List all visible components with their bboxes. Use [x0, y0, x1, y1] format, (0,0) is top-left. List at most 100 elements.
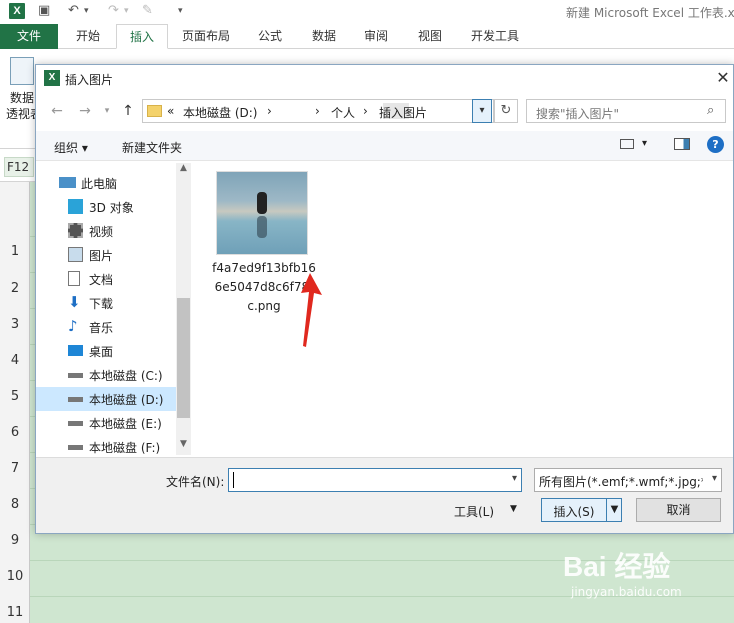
- undo-dropdown-icon[interactable]: ▾: [84, 3, 89, 19]
- row-number[interactable]: 7: [0, 461, 30, 476]
- cancel-button[interactable]: 取消: [636, 498, 721, 522]
- row-number[interactable]: 3: [0, 317, 30, 332]
- nav-item-label: 桌面: [89, 345, 114, 359]
- search-icon[interactable]: ⌕: [707, 103, 714, 118]
- file-list[interactable]: f4a7ed9f13bfb166e5047d8c6f78fc.png: [192, 163, 733, 455]
- search-placeholder: 搜索"插入图片": [536, 107, 620, 121]
- row-number[interactable]: 6: [0, 425, 30, 440]
- preview-pane-icon[interactable]: [674, 138, 690, 150]
- scroll-up-icon[interactable]: ▲: [176, 163, 191, 179]
- nav-item-downloads[interactable]: ⬇ 下载: [36, 291, 176, 315]
- chevron-right-icon[interactable]: ›: [363, 104, 368, 118]
- chevron-down-icon[interactable]: ▾: [512, 473, 517, 484]
- pivot-table-icon[interactable]: [10, 57, 34, 85]
- nav-item-videos[interactable]: 视频: [36, 219, 176, 243]
- nav-item-label: 本地磁盘 (C:): [89, 369, 163, 383]
- customize-qat-icon[interactable]: ▾: [178, 3, 183, 19]
- nav-item-drive-f[interactable]: 本地磁盘 (F:): [36, 435, 176, 455]
- breadcrumb-overflow[interactable]: «: [167, 104, 174, 118]
- nav-scrollbar[interactable]: ▲ ▼: [176, 163, 191, 455]
- scroll-down-icon[interactable]: ▼: [176, 439, 191, 455]
- forward-arrow-icon[interactable]: →: [76, 103, 94, 119]
- nav-item-label: 图片: [89, 249, 114, 263]
- folder-icon: [147, 105, 162, 117]
- address-bar[interactable]: « 本地磁盘 (D:) › › 个人 › 插入图片: [142, 99, 494, 123]
- close-icon[interactable]: ✕: [713, 68, 733, 87]
- insert-dropdown-icon[interactable]: ▼: [606, 499, 622, 521]
- pictures-icon: [68, 247, 83, 262]
- name-box[interactable]: F12: [4, 157, 34, 177]
- row-number[interactable]: 11: [0, 605, 30, 620]
- row-number[interactable]: 2: [0, 281, 30, 296]
- breadcrumb-folder-personal[interactable]: 个人: [331, 104, 355, 121]
- up-arrow-icon[interactable]: ↑: [119, 103, 137, 119]
- pivot-table-label-line1[interactable]: 数据: [10, 89, 34, 106]
- back-arrow-icon[interactable]: ←: [48, 103, 66, 119]
- row-number[interactable]: 5: [0, 389, 30, 404]
- new-folder-button[interactable]: 新建文件夹: [122, 139, 182, 156]
- breadcrumb-folder-insert-picture[interactable]: 插入图片: [379, 104, 427, 121]
- runner-silhouette: [257, 192, 267, 214]
- watermark-brand: Bai 经验: [563, 551, 671, 582]
- tab-data[interactable]: 数据: [300, 24, 348, 49]
- insert-button[interactable]: 插入(S) ▼: [541, 498, 622, 522]
- recent-locations-icon[interactable]: ▾: [98, 106, 116, 116]
- row-number[interactable]: 9: [0, 533, 30, 548]
- nav-item-3d-objects[interactable]: 3D 对象: [36, 195, 176, 219]
- tab-insert[interactable]: 插入: [116, 24, 168, 49]
- filename-input[interactable]: ▾: [228, 468, 522, 492]
- refresh-icon[interactable]: ↻: [494, 99, 518, 123]
- nav-item-drive-c[interactable]: 本地磁盘 (C:): [36, 363, 176, 387]
- filetype-select[interactable]: 所有图片(*.emf;*.wmf;*.jpg;*.jp ▾: [534, 468, 722, 492]
- tools-button[interactable]: 工具(L): [454, 503, 494, 520]
- navigation-pane: 此电脑 3D 对象 视频 图片 文档 ⬇ 下载 ♪ 音乐 桌面 本地磁盘 (C:…: [36, 163, 191, 455]
- row-number[interactable]: 1: [0, 244, 30, 259]
- nav-item-label: 本地磁盘 (D:): [89, 393, 164, 407]
- drive-icon: [68, 397, 83, 402]
- scroll-thumb[interactable]: [177, 298, 190, 418]
- row-number[interactable]: 4: [0, 353, 30, 368]
- music-icon: ♪: [68, 317, 78, 335]
- undo-icon[interactable]: ↶: [68, 3, 79, 19]
- redo-icon[interactable]: ↷: [108, 3, 119, 19]
- tab-review[interactable]: 审阅: [352, 24, 400, 49]
- nav-item-label: 视频: [89, 225, 114, 239]
- format-painter-icon[interactable]: ✎: [142, 3, 153, 19]
- row-number[interactable]: 10: [0, 569, 30, 584]
- nav-item-label: 下载: [89, 297, 114, 311]
- nav-item-desktop[interactable]: 桌面: [36, 339, 176, 363]
- tab-page-layout[interactable]: 页面布局: [172, 24, 240, 49]
- nav-item-this-pc[interactable]: 此电脑: [36, 171, 176, 195]
- chevron-right-icon[interactable]: ›: [315, 104, 320, 118]
- row-number[interactable]: 8: [0, 497, 30, 512]
- chevron-down-icon[interactable]: ▾: [712, 473, 717, 484]
- organize-button[interactable]: 组织 ▾: [54, 139, 88, 156]
- breadcrumb-drive[interactable]: 本地磁盘 (D:): [183, 104, 257, 121]
- nav-item-drive-d[interactable]: 本地磁盘 (D:): [36, 387, 176, 411]
- tab-view[interactable]: 视图: [406, 24, 454, 49]
- view-mode-icon[interactable]: [620, 139, 634, 149]
- save-icon[interactable]: ▣: [38, 3, 50, 19]
- dialog-title: 插入图片: [65, 73, 114, 87]
- tab-developer[interactable]: 开发工具: [460, 24, 530, 49]
- redo-dropdown-icon[interactable]: ▾: [124, 3, 129, 19]
- view-dropdown-icon[interactable]: ▾: [642, 138, 647, 149]
- search-input[interactable]: 搜索"插入图片" ⌕: [526, 99, 726, 123]
- watermark-url: jingyan.baidu.com: [571, 585, 682, 599]
- tools-dropdown-icon[interactable]: ▼: [510, 504, 517, 514]
- nav-item-label: 本地磁盘 (E:): [89, 417, 162, 431]
- image-thumbnail[interactable]: [216, 171, 308, 255]
- nav-item-documents[interactable]: 文档: [36, 267, 176, 291]
- address-dropdown[interactable]: ▾: [472, 99, 492, 123]
- tab-home[interactable]: 开始: [62, 24, 114, 49]
- tab-file[interactable]: 文件: [0, 24, 58, 49]
- help-icon[interactable]: ?: [707, 136, 724, 153]
- nav-item-pictures[interactable]: 图片: [36, 243, 176, 267]
- address-navbar: ← → ▾ ↑ « 本地磁盘 (D:) › › 个人 › 插入图片 ▾ ↻ 搜索…: [36, 95, 733, 127]
- row-header: 1 2 3 4 5 6 7 8 9 10 11: [0, 182, 30, 623]
- chevron-right-icon[interactable]: ›: [267, 104, 272, 118]
- tab-formulas[interactable]: 公式: [246, 24, 294, 49]
- nav-item-music[interactable]: ♪ 音乐: [36, 315, 176, 339]
- nav-item-drive-e[interactable]: 本地磁盘 (E:): [36, 411, 176, 435]
- dialog-titlebar: X 插入图片 ✕: [36, 65, 733, 93]
